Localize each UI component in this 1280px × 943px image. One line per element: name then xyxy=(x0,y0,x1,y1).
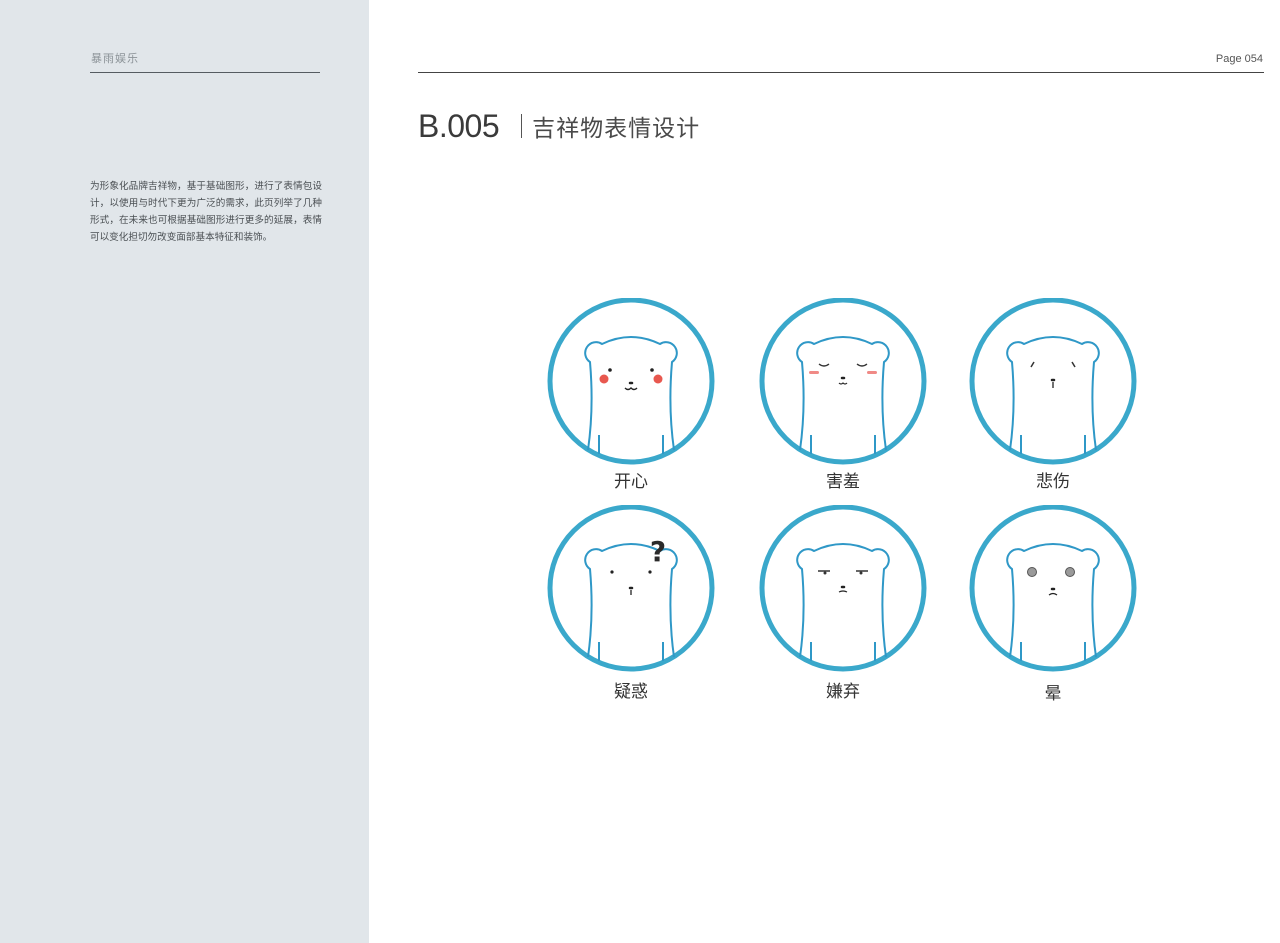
heading-separator xyxy=(521,114,523,138)
expression-label: 晕 xyxy=(1044,684,1062,704)
page-number: Page 054 xyxy=(1215,53,1263,65)
header-divider xyxy=(418,72,1264,73)
expression-label: 疑惑 xyxy=(614,682,648,702)
expression-label: 开心 xyxy=(614,472,648,492)
shy-bear-icon xyxy=(759,298,927,465)
brand-name: 暴雨娱乐 xyxy=(91,52,139,65)
dizzy-bear-icon xyxy=(969,505,1137,672)
expression-label: 害羞 xyxy=(826,472,860,492)
disdain-bear-icon xyxy=(759,505,927,672)
svg-text:?: ? xyxy=(650,535,666,568)
sidebar: 暴雨娱乐 为形象化品牌吉祥物，基于基础图形，进行了表情包设计，以使用与时代下更为… xyxy=(0,0,369,943)
expression-tile-happy: 开心 xyxy=(546,298,716,508)
brand-divider xyxy=(90,72,320,73)
section-title: 吉祥物表情设计 xyxy=(532,116,701,142)
intro-paragraph: 为形象化品牌吉祥物，基于基础图形，进行了表情包设计，以使用与时代下更为广泛的需求… xyxy=(90,181,322,243)
happy-bear-icon xyxy=(547,298,715,465)
expression-tile-shy: 害羞 xyxy=(758,298,928,508)
expression-tile-disdain: 嫌弃 xyxy=(758,505,928,715)
expression-tile-sad: 悲伤 xyxy=(968,298,1138,508)
expression-label: 嫌弃 xyxy=(826,682,860,702)
confused-bear-icon: ? xyxy=(547,505,715,672)
expression-tile-confused: ? 疑惑 xyxy=(546,505,716,715)
section-code: B.005 xyxy=(418,107,500,144)
expression-tile-dizzy: 晕 xyxy=(968,505,1138,715)
expression-label: 悲伤 xyxy=(1036,472,1070,492)
section-heading: B.005 吉祥物表情设计 xyxy=(418,106,700,146)
sad-bear-icon xyxy=(969,298,1137,465)
